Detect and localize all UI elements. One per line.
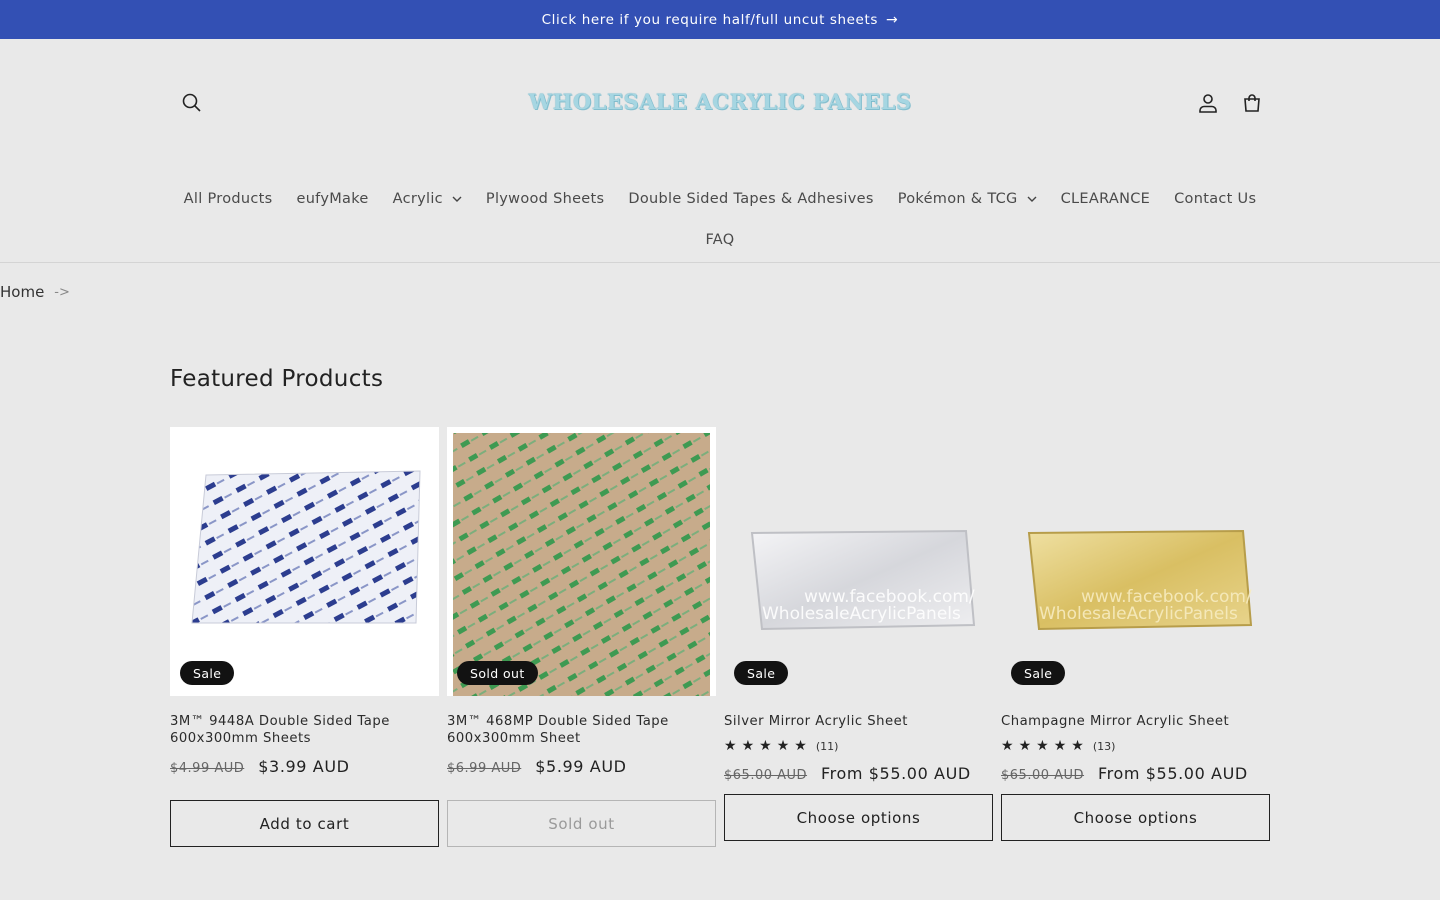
regular-price: $4.99 AUD bbox=[170, 761, 245, 776]
nav-item-acrylic[interactable]: Acrylic bbox=[381, 191, 474, 207]
chevron-down-icon bbox=[452, 196, 462, 202]
sale-price: From $55.00 AUD bbox=[1098, 764, 1248, 783]
product-title[interactable]: 3M™ 9448A Double Sided Tape 600x300mm Sh… bbox=[170, 713, 439, 747]
product-price: $65.00 AUD From $55.00 AUD bbox=[1001, 764, 1270, 788]
site-logo[interactable]: WHOLESALE ACRYLIC PANELS bbox=[528, 83, 911, 119]
star-icon: ★ bbox=[759, 738, 772, 754]
breadcrumb: Home -> bbox=[0, 282, 70, 302]
sold-out-button[interactable]: Sold out bbox=[447, 800, 716, 847]
rating-count: (11) bbox=[815, 739, 839, 753]
product-card: Sale 3M™ 9448A Double Sided Tape 600x300… bbox=[170, 427, 439, 847]
product-card: Sold out 3M™ 468MP Double Sided Tape 600… bbox=[447, 427, 716, 847]
product-card: www.facebook.com/ WholesaleAcrylicPanels… bbox=[724, 427, 993, 841]
product-photo-mirror-gold: www.facebook.com/ WholesaleAcrylicPanels bbox=[1027, 529, 1253, 631]
arrow-right-icon: → bbox=[886, 11, 899, 28]
star-icon: ★ bbox=[776, 738, 790, 754]
product-photo-mirror-silver: www.facebook.com/ WholesaleAcrylicPanels bbox=[750, 529, 976, 631]
secondary-nav: FAQ bbox=[0, 225, 1440, 255]
nav-item-all-products[interactable]: All Products bbox=[172, 191, 285, 207]
nav-item-pokemon-tcg[interactable]: Pokémon & TCG bbox=[886, 191, 1049, 207]
search-icon bbox=[182, 93, 201, 112]
rating: ★ ★ ★ ★ ★ (11) bbox=[724, 738, 993, 754]
announcement-text[interactable]: Click here if you require half/full uncu… bbox=[542, 12, 878, 28]
product-price: $6.99 AUD $5.99 AUD bbox=[447, 757, 716, 781]
watermark-line-2: WholesaleAcrylicPanels bbox=[1039, 604, 1238, 624]
account-icon bbox=[1199, 94, 1217, 113]
star-icon: ★ bbox=[1053, 738, 1067, 754]
product-photo-tape-green bbox=[453, 433, 710, 696]
product-title[interactable]: Silver Mirror Acrylic Sheet bbox=[724, 713, 993, 730]
sale-price: $5.99 AUD bbox=[535, 757, 627, 776]
regular-price: $65.00 AUD bbox=[1001, 768, 1085, 783]
sale-badge: Sale bbox=[1011, 661, 1066, 685]
product-image[interactable]: Sale bbox=[170, 427, 439, 696]
account-button[interactable] bbox=[1192, 87, 1224, 119]
cart-icon bbox=[1244, 94, 1260, 112]
watermark-line-2: WholesaleAcrylicPanels bbox=[762, 604, 961, 624]
product-title[interactable]: 3M™ 468MP Double Sided Tape 600x300mm Sh… bbox=[447, 713, 716, 747]
main-nav: All Products eufyMake Acrylic Plywood Sh… bbox=[0, 181, 1440, 217]
star-icon: ★ bbox=[1018, 738, 1032, 754]
breadcrumb-separator: -> bbox=[54, 284, 70, 300]
star-icon: ★ bbox=[1071, 738, 1084, 754]
product-image[interactable]: www.facebook.com/ WholesaleAcrylicPanels… bbox=[724, 427, 993, 696]
regular-price: $65.00 AUD bbox=[724, 768, 808, 783]
product-price: $4.99 AUD $3.99 AUD bbox=[170, 757, 439, 781]
nav-item-eufymake[interactable]: eufyMake bbox=[284, 191, 380, 207]
chevron-down-icon bbox=[1027, 196, 1037, 202]
site-header: WHOLESALE ACRYLIC PANELS All Products eu… bbox=[0, 39, 1440, 263]
nav-item-faq[interactable]: FAQ bbox=[694, 232, 747, 248]
sale-badge: Sale bbox=[180, 661, 235, 685]
product-price: $65.00 AUD From $55.00 AUD bbox=[724, 764, 993, 788]
search-button[interactable] bbox=[176, 87, 208, 119]
sale-price: $3.99 AUD bbox=[258, 757, 350, 776]
sold-out-badge: Sold out bbox=[457, 661, 538, 685]
choose-options-button[interactable]: Choose options bbox=[1001, 794, 1270, 841]
rating: ★ ★ ★ ★ ★ (13) bbox=[1001, 738, 1270, 754]
star-icon: ★ bbox=[1001, 738, 1014, 754]
star-icon: ★ bbox=[794, 738, 807, 754]
product-title[interactable]: Champagne Mirror Acrylic Sheet bbox=[1001, 713, 1270, 730]
nav-item-clearance[interactable]: CLEARANCE bbox=[1049, 191, 1163, 207]
add-to-cart-button[interactable]: Add to cart bbox=[170, 800, 439, 847]
sale-badge: Sale bbox=[734, 661, 789, 685]
star-icon: ★ bbox=[724, 738, 737, 754]
product-image[interactable]: Sold out bbox=[447, 427, 716, 696]
regular-price: $6.99 AUD bbox=[447, 761, 522, 776]
product-image[interactable]: www.facebook.com/ WholesaleAcrylicPanels… bbox=[1001, 427, 1270, 696]
product-card: www.facebook.com/ WholesaleAcrylicPanels… bbox=[1001, 427, 1270, 841]
cart-button[interactable] bbox=[1236, 87, 1268, 119]
section-title: Featured Products bbox=[170, 366, 384, 392]
rating-count: (13) bbox=[1092, 739, 1116, 753]
star-icon: ★ bbox=[741, 738, 755, 754]
choose-options-button[interactable]: Choose options bbox=[724, 794, 993, 841]
nav-item-plywood-sheets[interactable]: Plywood Sheets bbox=[474, 191, 616, 207]
sale-price: From $55.00 AUD bbox=[821, 764, 971, 783]
announcement-bar[interactable]: Click here if you require half/full uncu… bbox=[0, 0, 1440, 39]
star-icon: ★ bbox=[1036, 738, 1049, 754]
breadcrumb-home-link[interactable]: Home bbox=[0, 283, 44, 301]
nav-item-contact-us[interactable]: Contact Us bbox=[1162, 191, 1268, 207]
product-photo-tape-blue bbox=[191, 470, 421, 624]
nav-item-double-sided-tapes[interactable]: Double Sided Tapes & Adhesives bbox=[616, 191, 885, 207]
